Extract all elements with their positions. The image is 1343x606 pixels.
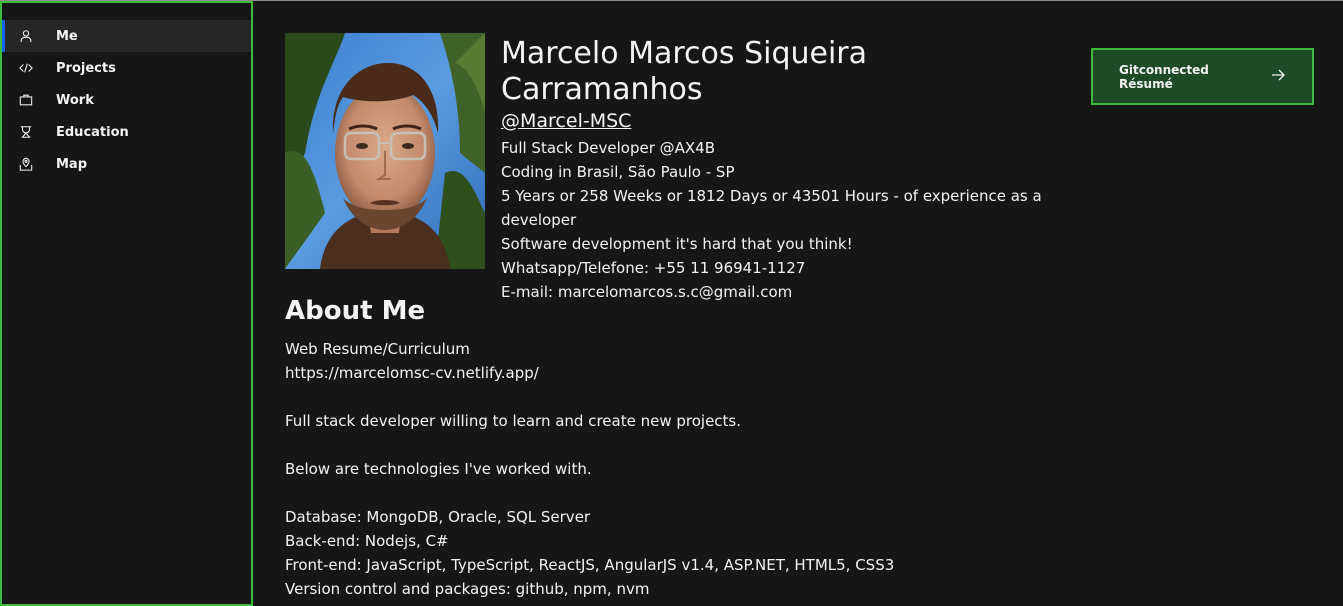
profile-header: Marcelo Marcos Siqueira Carramanhos @Mar… — [501, 36, 1061, 304]
sidebar-item-me[interactable]: Me — [2, 20, 251, 52]
profile-location: Coding in Brasil, São Paulo - SP — [501, 163, 735, 181]
sidebar-item-projects[interactable]: Projects — [2, 52, 251, 84]
about-line: Front-end: JavaScript, TypeScript, React… — [285, 556, 895, 574]
gitconnected-resume-button[interactable]: Gitconnected Résumé — [1091, 48, 1314, 105]
about-line: Version control and packages: github, np… — [285, 580, 650, 598]
profile-phone: Whatsapp/Telefone: +55 11 96941-1127 — [501, 259, 806, 277]
main-content: Marcelo Marcos Siqueira Carramanhos @Mar… — [285, 0, 1325, 606]
code-icon — [18, 60, 34, 76]
about-line: Back-end: Nodejs, C# — [285, 532, 449, 550]
about-line: Below are technologies I've worked with. — [285, 460, 592, 478]
about-link: https://marcelomsc-cv.netlify.app/ — [285, 364, 539, 382]
about-heading: About Me — [285, 296, 426, 326]
sidebar: Me Projects Work Education Map — [0, 1, 253, 606]
sidebar-item-label: Me — [56, 28, 78, 44]
education-icon — [18, 124, 34, 140]
profile-tagline: Software development it's hard that you … — [501, 235, 853, 253]
sidebar-item-education[interactable]: Education — [2, 116, 251, 148]
about-line: Full stack developer willing to learn an… — [285, 412, 742, 430]
profile-email: E-mail: marcelomarcos.s.c@gmail.com — [501, 283, 793, 301]
sidebar-nav: Me Projects Work Education Map — [2, 20, 251, 180]
user-icon — [18, 28, 34, 44]
briefcase-icon — [18, 92, 34, 108]
about-line — [285, 385, 1285, 409]
profile-photo — [285, 33, 485, 269]
arrow-right-icon — [1270, 67, 1286, 87]
profile-username-link[interactable]: @Marcel-MSC — [501, 108, 631, 134]
profile-experience: 5 Years or 258 Weeks or 1812 Days or 435… — [501, 187, 1042, 205]
map-icon — [18, 156, 34, 172]
profile-details: Full Stack Developer @AX4B Coding in Bra… — [501, 136, 1061, 304]
profile-name: Marcelo Marcos Siqueira Carramanhos — [501, 36, 868, 107]
profile-experience-cont: developer — [501, 211, 577, 229]
resume-button-label: Gitconnected Résumé — [1119, 62, 1209, 91]
about-line — [285, 433, 1285, 457]
about-section: Web Resume/Curriculum https://marcelomsc… — [285, 337, 1285, 601]
profile-headline: Full Stack Developer @AX4B — [501, 139, 715, 157]
about-line: Web Resume/Curriculum — [285, 340, 470, 358]
about-line — [285, 481, 1285, 505]
sidebar-item-label: Work — [56, 92, 94, 108]
sidebar-item-label: Education — [56, 124, 129, 140]
sidebar-item-work[interactable]: Work — [2, 84, 251, 116]
sidebar-item-label: Map — [56, 156, 88, 172]
sidebar-item-map[interactable]: Map — [2, 148, 251, 180]
about-line: Database: MongoDB, Oracle, SQL Server — [285, 508, 591, 526]
sidebar-item-label: Projects — [56, 60, 116, 76]
